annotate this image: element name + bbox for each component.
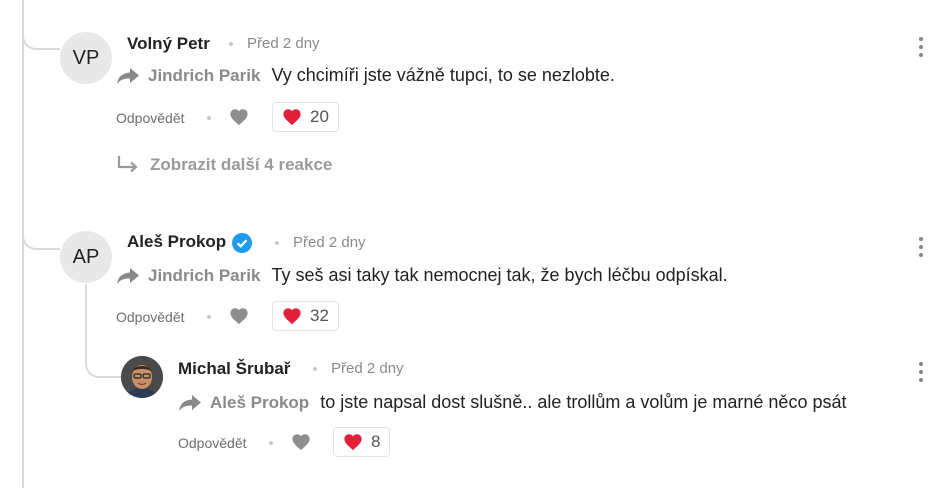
heart-icon xyxy=(283,109,301,126)
comment-time: Před 2 dny xyxy=(293,234,366,251)
more-options-icon[interactable] xyxy=(917,37,925,59)
thread-connector xyxy=(85,284,121,378)
more-options-icon[interactable] xyxy=(917,237,925,259)
separator-dot xyxy=(275,241,279,245)
heart-icon xyxy=(344,434,362,451)
comment-content: Jindrich Parik Vy chcimíři jste vážně tu… xyxy=(116,65,615,86)
separator-dot xyxy=(269,441,273,445)
comment-author[interactable]: Volný Petr xyxy=(127,34,210,54)
comment-author[interactable]: Aleš Prokop xyxy=(127,232,253,253)
like-heart-icon[interactable] xyxy=(291,433,311,451)
comment-time: Před 2 dny xyxy=(247,35,320,52)
separator-dot xyxy=(207,116,211,120)
subdirectory-arrow-icon xyxy=(117,156,138,173)
reply-button[interactable]: Odpovědět xyxy=(116,309,185,325)
like-count: 32 xyxy=(310,306,329,325)
like-count-button[interactable]: 20 xyxy=(272,102,339,132)
reply-button[interactable]: Odpovědět xyxy=(178,435,247,451)
thread-connector xyxy=(22,210,60,250)
reply-button[interactable]: Odpovědět xyxy=(116,110,185,126)
reply-to-user[interactable]: Aleš Prokop xyxy=(210,393,309,413)
more-options-icon[interactable] xyxy=(917,362,925,384)
reply-to-user[interactable]: Jindrich Parik xyxy=(148,266,260,286)
comment-text: Ty seš asi taky tak nemocnej tak, že byc… xyxy=(271,265,728,285)
reply-arrow-icon xyxy=(179,394,201,411)
show-more-replies-button[interactable]: Zobrazit další 4 reakce xyxy=(116,155,332,175)
comment-author-name: Aleš Prokop xyxy=(127,232,227,251)
heart-icon xyxy=(283,308,301,325)
show-more-replies-label: Zobrazit další 4 reakce xyxy=(150,155,333,174)
comment-time: Před 2 dny xyxy=(331,360,404,377)
comment-content: Aleš Prokop to jste napsal dost slušně..… xyxy=(178,392,846,413)
comment-text: to jste napsal dost slušně.. ale trollům… xyxy=(320,392,847,412)
like-count-button[interactable]: 32 xyxy=(272,301,339,331)
thread-connector xyxy=(22,0,60,50)
user-photo-icon xyxy=(121,356,163,398)
avatar[interactable]: VP xyxy=(60,32,112,84)
like-count-button[interactable]: 8 xyxy=(333,427,391,457)
separator-dot xyxy=(229,42,233,46)
separator-dot xyxy=(207,315,211,319)
comment-content: Jindrich Parik Ty seš asi taky tak nemoc… xyxy=(116,265,728,286)
like-heart-icon[interactable] xyxy=(229,307,249,325)
comment-text: Vy chcimíři jste vážně tupci, to se nezl… xyxy=(271,65,615,85)
reply-to-user[interactable]: Jindrich Parik xyxy=(148,66,260,86)
reply-arrow-icon xyxy=(117,67,139,84)
like-count: 8 xyxy=(371,432,381,451)
avatar[interactable] xyxy=(121,356,163,398)
avatar[interactable]: AP xyxy=(60,231,112,283)
like-heart-icon[interactable] xyxy=(229,108,249,126)
comment-author[interactable]: Michal Šrubař xyxy=(178,359,290,379)
separator-dot xyxy=(313,367,317,371)
like-count: 20 xyxy=(310,107,329,126)
verified-badge-icon xyxy=(232,232,253,253)
reply-arrow-icon xyxy=(117,267,139,284)
